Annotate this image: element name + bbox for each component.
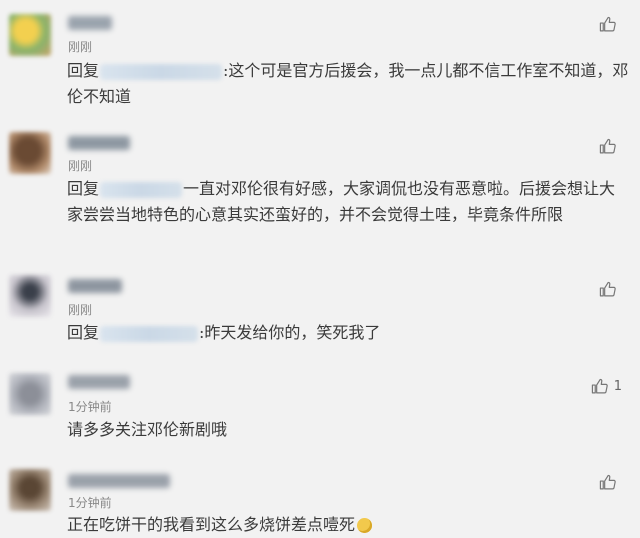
comment-time: 刚刚 <box>68 303 93 317</box>
mention-redacted[interactable] <box>100 325 199 342</box>
username-redacted <box>68 136 130 150</box>
thumbs-up-icon <box>599 474 616 490</box>
thumbs-up-icon <box>599 138 616 154</box>
tear-laugh-emoji-icon <box>357 518 373 533</box>
like-button[interactable] <box>582 281 622 298</box>
avatar[interactable] <box>9 469 51 511</box>
comment-text: 回复:这个可是官方后援会，我一点儿都不信工作室不知道，邓伦不知道 <box>67 58 629 110</box>
reply-prefix: 回复 <box>67 323 100 342</box>
like-count: 1 <box>613 379 622 394</box>
comment-body: :昨天发给你的，笑死我了 <box>199 323 381 342</box>
comment-time: 刚刚 <box>68 159 93 173</box>
comment-time: 1分钟前 <box>68 496 112 510</box>
avatar[interactable] <box>9 275 51 317</box>
comment-item: 1分钟前 1 请多多关注邓伦新剧哦 <box>0 359 640 457</box>
avatar[interactable] <box>9 373 51 415</box>
thumbs-up-icon <box>591 378 608 394</box>
comment-text: 回复 一直对邓伦很有好感，大家调侃也没有恶意啦。后援会想让大家尝尝当地特色的心意其… <box>67 176 629 228</box>
comment-text: 回复 :昨天发给你的，笑死我了 <box>67 320 629 346</box>
username-redacted <box>68 474 170 488</box>
reply-prefix: 回复 <box>67 61 100 80</box>
thumbs-up-icon <box>599 281 616 297</box>
mention-redacted[interactable] <box>100 181 183 198</box>
mention-redacted[interactable] <box>100 63 223 80</box>
comment-item: 刚刚 回复:这个可是官方后援会，我一点儿都不信工作室不知道，邓伦不知道 <box>0 0 640 119</box>
username-redacted <box>68 279 122 293</box>
like-button[interactable] <box>582 138 622 155</box>
comment-body: 正在吃饼干的我看到这么多烧饼差点噎死 <box>67 515 356 534</box>
avatar[interactable] <box>9 14 51 56</box>
like-button[interactable] <box>582 16 622 33</box>
username-redacted <box>68 16 112 30</box>
username-redacted <box>68 375 130 389</box>
comment-item: 1分钟前 正在吃饼干的我看到这么多烧饼差点噎死 <box>0 456 640 536</box>
reply-prefix: 回复 <box>67 179 100 198</box>
comment-time: 1分钟前 <box>68 400 112 414</box>
comment-time: 刚刚 <box>68 40 93 54</box>
comment-text: 正在吃饼干的我看到这么多烧饼差点噎死 <box>67 512 629 538</box>
like-button[interactable] <box>582 474 622 491</box>
avatar[interactable] <box>9 132 51 174</box>
like-button[interactable]: 1 <box>582 378 622 395</box>
comment-item: 刚刚 回复 :昨天发给你的，笑死我了 <box>0 261 640 360</box>
thumbs-up-icon <box>599 16 616 32</box>
comment-text: 请多多关注邓伦新剧哦 <box>67 417 629 443</box>
comment-body: 请多多关注邓伦新剧哦 <box>67 420 228 439</box>
comment-item: 刚刚 回复 一直对邓伦很有好感，大家调侃也没有恶意啦。后援会想让大家尝尝当地特色的… <box>0 118 640 262</box>
